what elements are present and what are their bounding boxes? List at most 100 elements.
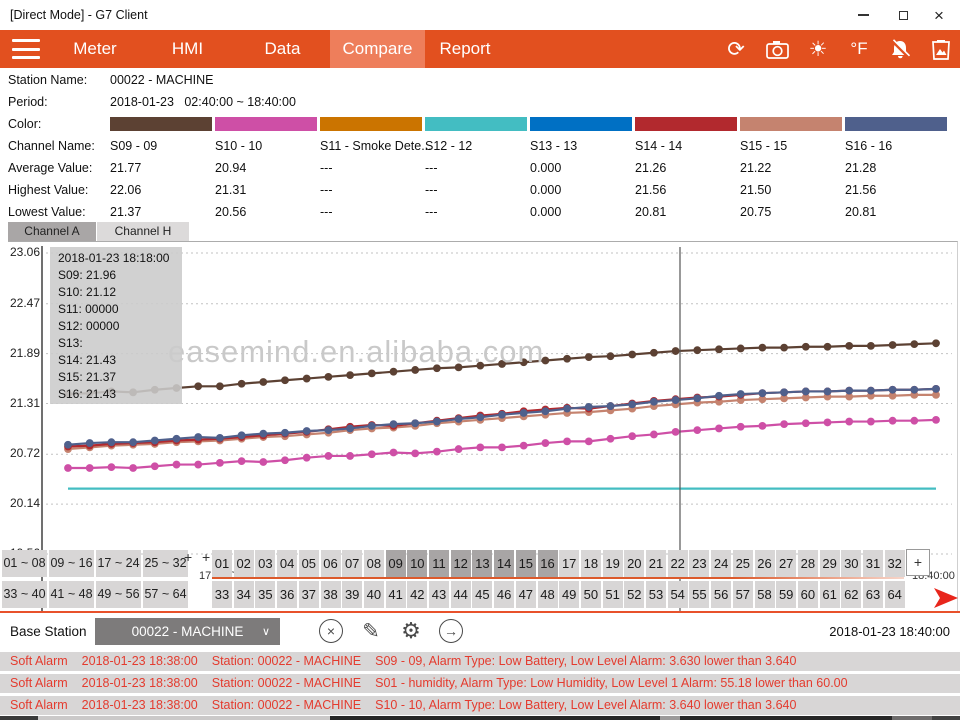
channel-button-48[interactable]: 48 [538,581,558,608]
channel-button-22[interactable]: 22 [668,550,688,577]
channel-button-35[interactable]: 35 [255,581,275,608]
channel-button-61[interactable]: 61 [820,581,840,608]
channel-button-23[interactable]: 23 [689,550,709,577]
camera-icon[interactable] [764,36,790,62]
group-button-25~32[interactable]: 25 ~ 32 [143,550,188,577]
nav-item-meter[interactable]: Meter [60,30,130,68]
channel-button-11[interactable]: 11 [429,550,449,577]
alarm-row[interactable]: Soft Alarm2018-01-23 18:38:00Station: 00… [0,674,960,693]
channel-button-05[interactable]: 05 [299,550,319,577]
channel-button-45[interactable]: 45 [472,581,492,608]
sync-history-icon[interactable]: ⟳ [723,36,749,62]
close-button[interactable]: × [922,0,956,30]
channel-button-24[interactable]: 24 [711,550,731,577]
channel-button-36[interactable]: 36 [277,581,297,608]
group-button-17~24[interactable]: 17 ~ 24 [96,550,141,577]
channel-button-13[interactable]: 13 [472,550,492,577]
group-button-41~48[interactable]: 41 ~ 48 [49,581,94,608]
channel-button-33[interactable]: 33 [212,581,232,608]
channel-button-30[interactable]: 30 [841,550,861,577]
clear-button[interactable]: × [318,618,344,644]
channel-button-47[interactable]: 47 [516,581,536,608]
nav-item-compare[interactable]: Compare [330,30,425,68]
base-station-dropdown[interactable]: 00022 - MACHINE ∨ [95,618,280,645]
channel-button-01[interactable]: 01 [212,550,232,577]
channel-button-31[interactable]: 31 [863,550,883,577]
group-button-49~56[interactable]: 49 ~ 56 [96,581,141,608]
channel-button-42[interactable]: 42 [407,581,427,608]
brightness-icon[interactable]: ☀ [805,36,831,62]
channel-button-09[interactable]: 09 [386,550,406,577]
hamburger-menu-icon[interactable] [12,39,40,59]
channel-button-46[interactable]: 46 [494,581,514,608]
channel-button-53[interactable]: 53 [646,581,666,608]
channel-button-28[interactable]: 28 [798,550,818,577]
channel-button-08[interactable]: 08 [364,550,384,577]
edit-pencil-icon[interactable]: ✎ [358,618,384,644]
channel-button-43[interactable]: 43 [429,581,449,608]
channel-button-64[interactable]: 64 [885,581,905,608]
channel-button-51[interactable]: 51 [603,581,623,608]
channel-button-27[interactable]: 27 [776,550,796,577]
channel-button-40[interactable]: 40 [364,581,384,608]
nav-item-data[interactable]: Data [250,30,315,68]
tab-channel-h[interactable]: Channel H [97,222,189,241]
zoom-plus-left-1[interactable]: + [184,549,192,565]
group-button-57~64[interactable]: 57 ~ 64 [143,581,188,608]
settings-gear-icon[interactable]: ⚙ [398,618,424,644]
channel-button-16[interactable]: 16 [538,550,558,577]
channel-button-15[interactable]: 15 [516,550,536,577]
channel-button-20[interactable]: 20 [624,550,644,577]
channel-button-55[interactable]: 55 [689,581,709,608]
channel-button-18[interactable]: 18 [581,550,601,577]
alarm-row[interactable]: Soft Alarm2018-01-23 18:38:00Station: 00… [0,652,960,671]
channel-button-57[interactable]: 57 [733,581,753,608]
channel-button-26[interactable]: 26 [755,550,775,577]
zoom-plus-right[interactable]: + [906,549,930,576]
channel-button-41[interactable]: 41 [386,581,406,608]
channel-button-29[interactable]: 29 [820,550,840,577]
channel-button-44[interactable]: 44 [451,581,471,608]
channel-button-14[interactable]: 14 [494,550,514,577]
channel-button-38[interactable]: 38 [321,581,341,608]
channel-button-39[interactable]: 39 [342,581,362,608]
fahrenheit-toggle-icon[interactable]: °F [846,36,872,62]
channel-button-50[interactable]: 50 [581,581,601,608]
channel-button-04[interactable]: 04 [277,550,297,577]
image-box-icon[interactable] [928,36,954,62]
channel-button-12[interactable]: 12 [451,550,471,577]
channel-button-17[interactable]: 17 [559,550,579,577]
channel-button-03[interactable]: 03 [255,550,275,577]
channel-button-10[interactable]: 10 [407,550,427,577]
nav-item-hmi[interactable]: HMI [155,30,220,68]
channel-button-63[interactable]: 63 [863,581,883,608]
channel-button-56[interactable]: 56 [711,581,731,608]
group-button-01~08[interactable]: 01 ~ 08 [2,550,47,577]
group-button-09~16[interactable]: 09 ~ 16 [49,550,94,577]
channel-button-52[interactable]: 52 [624,581,644,608]
channel-button-21[interactable]: 21 [646,550,666,577]
channel-button-02[interactable]: 02 [234,550,254,577]
channel-button-25[interactable]: 25 [733,550,753,577]
channel-button-37[interactable]: 37 [299,581,319,608]
channel-button-62[interactable]: 62 [841,581,861,608]
channel-button-07[interactable]: 07 [342,550,362,577]
alarm-row[interactable]: Soft Alarm2018-01-23 18:38:00Station: 00… [0,696,960,715]
tab-channel-a[interactable]: Channel A [8,222,96,241]
restore-button[interactable] [886,0,920,30]
channel-button-06[interactable]: 06 [321,550,341,577]
channel-button-19[interactable]: 19 [603,550,623,577]
zoom-plus-left-2[interactable]: + [202,549,210,565]
nav-item-report[interactable]: Report [430,30,500,68]
export-button[interactable]: → [438,618,464,644]
mute-bell-icon[interactable] [887,36,913,62]
channel-button-58[interactable]: 58 [755,581,775,608]
channel-button-32[interactable]: 32 [885,550,905,577]
channel-button-59[interactable]: 59 [776,581,796,608]
channel-button-49[interactable]: 49 [559,581,579,608]
channel-button-60[interactable]: 60 [798,581,818,608]
channel-button-34[interactable]: 34 [234,581,254,608]
channel-button-54[interactable]: 54 [668,581,688,608]
group-button-33~40[interactable]: 33 ~ 40 [2,581,47,608]
minimize-button[interactable] [846,0,880,30]
